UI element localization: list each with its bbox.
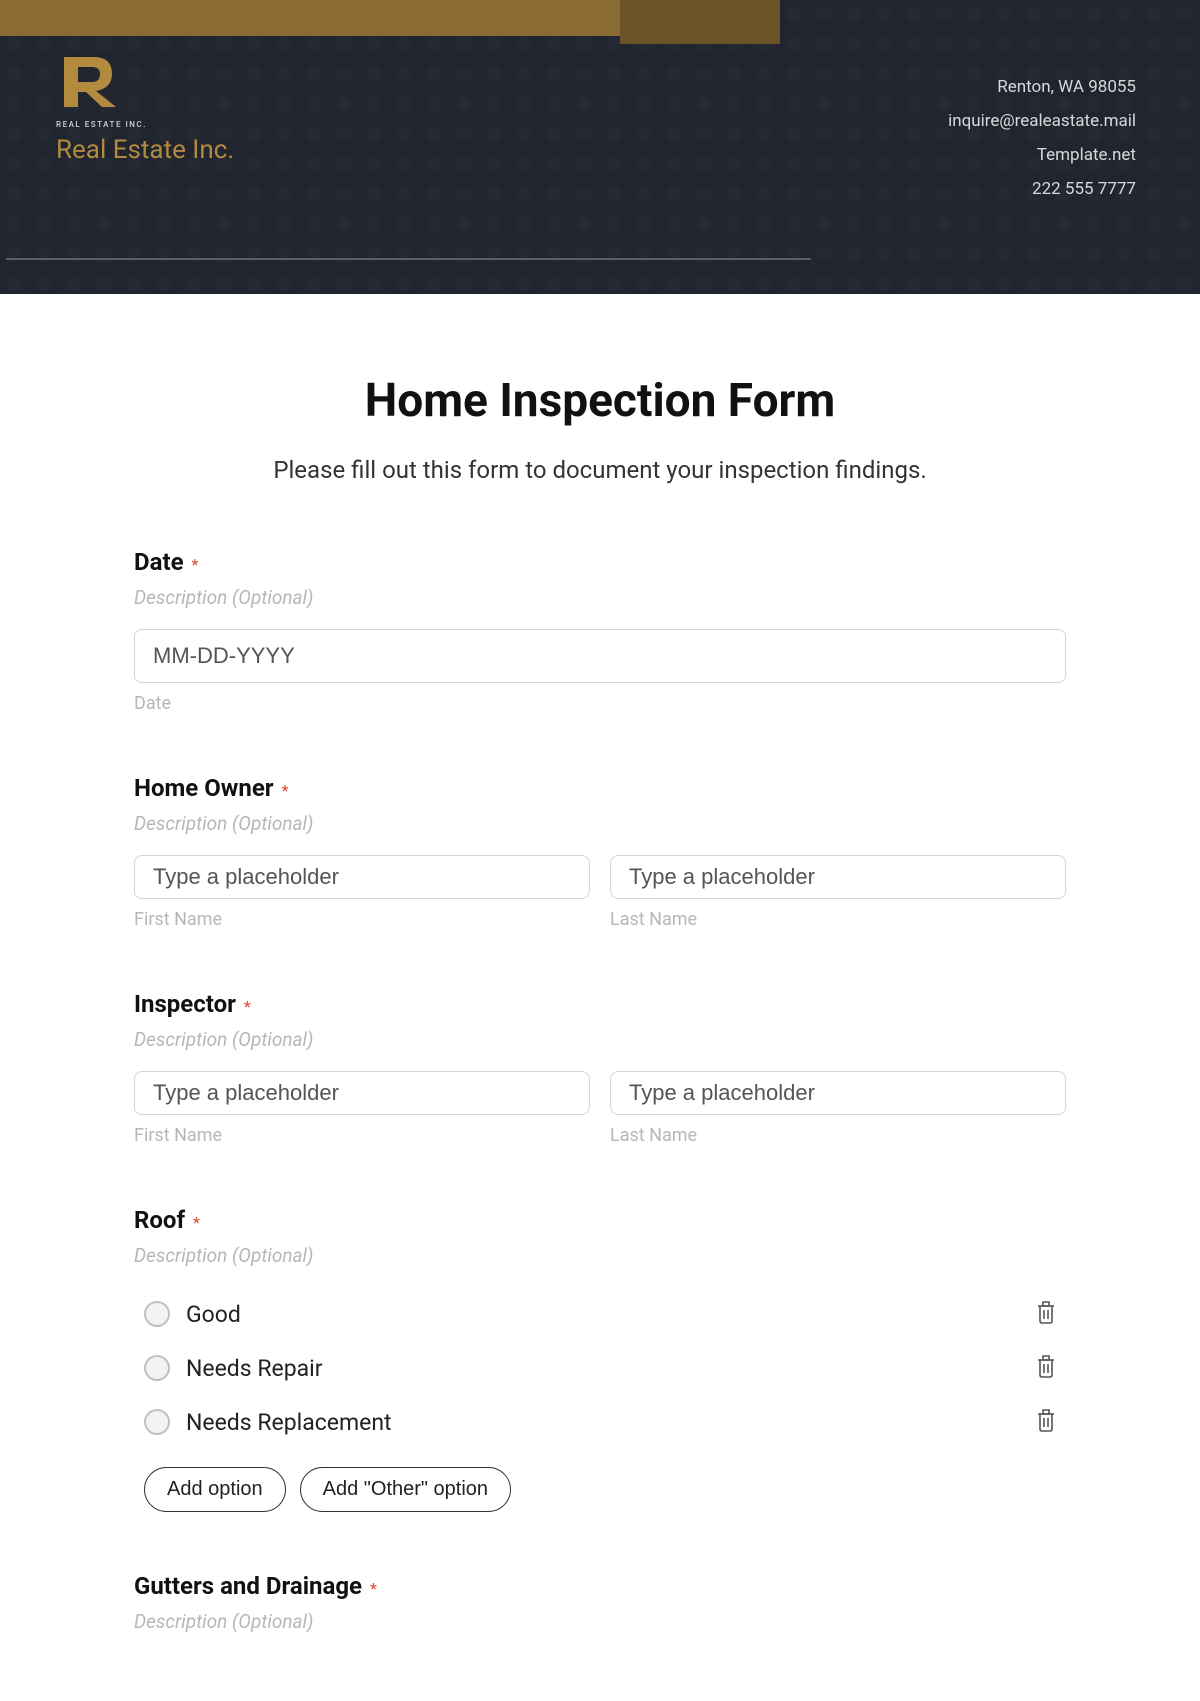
roof-label: Roof (134, 1206, 185, 1234)
logo-block: REAL ESTATE INC. Real Estate Inc. (56, 52, 234, 165)
field-gutters: Gutters and Drainage * Description (Opti… (134, 1572, 1066, 1633)
form-subtitle: Please fill out this form to document yo… (134, 456, 1066, 484)
field-date: Date * Description (Optional) Date (134, 548, 1066, 714)
date-description[interactable]: Description (Optional) (134, 586, 1066, 609)
contact-site: Template.net (948, 138, 1136, 172)
homeowner-first-sublabel: First Name (134, 909, 590, 930)
roof-option-row: Needs Repair (134, 1341, 1066, 1395)
date-input[interactable] (134, 629, 1066, 683)
inspector-last-sublabel: Last Name (610, 1125, 1066, 1146)
inspector-label: Inspector (134, 990, 236, 1018)
add-other-option-button[interactable]: Add "Other" option (300, 1467, 511, 1512)
required-mark: * (244, 997, 251, 1016)
trash-icon (1034, 1299, 1058, 1325)
required-mark: * (193, 1213, 200, 1232)
date-sublabel: Date (134, 693, 1066, 714)
form-title: Home Inspection Form (134, 374, 1066, 428)
form-container: Home Inspection Form Please fill out thi… (0, 294, 1200, 1633)
delete-option-button[interactable] (1034, 1299, 1066, 1329)
contact-email: inquire@realeastate.mail (948, 104, 1136, 138)
roof-description[interactable]: Description (Optional) (134, 1244, 1066, 1267)
roof-option-row: Good (134, 1287, 1066, 1341)
gutters-description[interactable]: Description (Optional) (134, 1610, 1066, 1633)
trash-icon (1034, 1407, 1058, 1433)
homeowner-label: Home Owner (134, 774, 274, 802)
header-underline (6, 258, 811, 260)
field-roof: Roof * Description (Optional) Good Needs… (134, 1206, 1066, 1512)
contact-phone: 222 555 7777 (948, 172, 1136, 206)
field-homeowner: Home Owner * Description (Optional) Firs… (134, 774, 1066, 930)
radio-icon[interactable] (144, 1409, 170, 1435)
delete-option-button[interactable] (1034, 1407, 1066, 1437)
inspector-description[interactable]: Description (Optional) (134, 1028, 1066, 1051)
roof-option-label[interactable]: Needs Replacement (186, 1409, 392, 1436)
company-name: Real Estate Inc. (56, 135, 234, 165)
logo-subtext: REAL ESTATE INC. (56, 120, 234, 129)
gold-accent-bar-dark (620, 0, 780, 44)
required-mark: * (192, 555, 199, 574)
required-mark: * (282, 781, 289, 800)
logo-icon (56, 52, 126, 112)
roof-option-buttons: Add option Add "Other" option (134, 1467, 1066, 1512)
required-mark: * (370, 1579, 377, 1598)
gutters-label: Gutters and Drainage (134, 1572, 362, 1600)
contact-address: Renton, WA 98055 (948, 70, 1136, 104)
homeowner-last-input[interactable] (610, 855, 1066, 899)
radio-icon[interactable] (144, 1355, 170, 1381)
delete-option-button[interactable] (1034, 1353, 1066, 1383)
homeowner-first-input[interactable] (134, 855, 590, 899)
contact-info: Renton, WA 98055 inquire@realeastate.mai… (948, 70, 1136, 206)
roof-option-label[interactable]: Needs Repair (186, 1355, 323, 1382)
inspector-first-input[interactable] (134, 1071, 590, 1115)
header-banner: REAL ESTATE INC. Real Estate Inc. Renton… (0, 0, 1200, 294)
inspector-last-input[interactable] (610, 1071, 1066, 1115)
radio-icon[interactable] (144, 1301, 170, 1327)
roof-options: Good Needs Repair Needs Replacement (134, 1287, 1066, 1449)
homeowner-description[interactable]: Description (Optional) (134, 812, 1066, 835)
inspector-first-sublabel: First Name (134, 1125, 590, 1146)
roof-option-label[interactable]: Good (186, 1301, 241, 1328)
roof-option-row: Needs Replacement (134, 1395, 1066, 1449)
field-inspector: Inspector * Description (Optional) First… (134, 990, 1066, 1146)
date-label: Date (134, 548, 184, 576)
homeowner-last-sublabel: Last Name (610, 909, 1066, 930)
add-option-button[interactable]: Add option (144, 1467, 286, 1512)
trash-icon (1034, 1353, 1058, 1379)
